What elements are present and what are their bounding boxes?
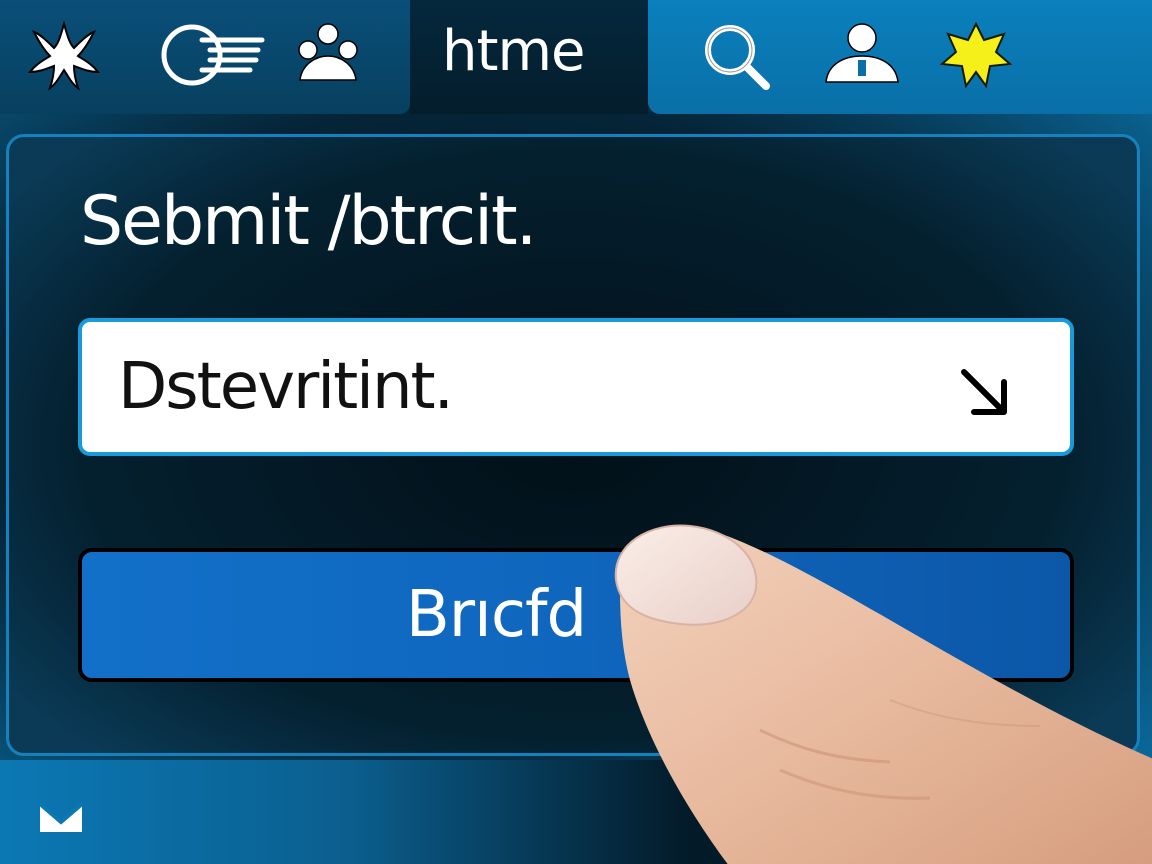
star-icon[interactable] [940, 20, 1012, 90]
mail-icon[interactable] [36, 800, 86, 836]
description-field-value[interactable]: Dstevritint. [118, 350, 454, 424]
paw-icon[interactable] [292, 20, 364, 88]
tab-label[interactable]: htme [442, 14, 585, 90]
form-title: Sebmit /btrcit. [80, 182, 537, 261]
description-field[interactable]: Dstevritint. [78, 318, 1074, 456]
motion-circle-icon[interactable] [158, 22, 268, 88]
arrow-down-right-icon[interactable] [954, 362, 1014, 422]
starfish-icon[interactable] [28, 20, 100, 92]
app-screen: htme Sebmit /btrcit. Dstevritint. Brıcfd [0, 0, 1152, 864]
bottom-bar [0, 760, 1152, 864]
submit-button[interactable]: Brıcfd [78, 548, 1074, 682]
user-icon[interactable] [822, 20, 902, 88]
search-icon[interactable] [700, 20, 772, 92]
submit-button-label: Brıcfd [405, 578, 587, 652]
